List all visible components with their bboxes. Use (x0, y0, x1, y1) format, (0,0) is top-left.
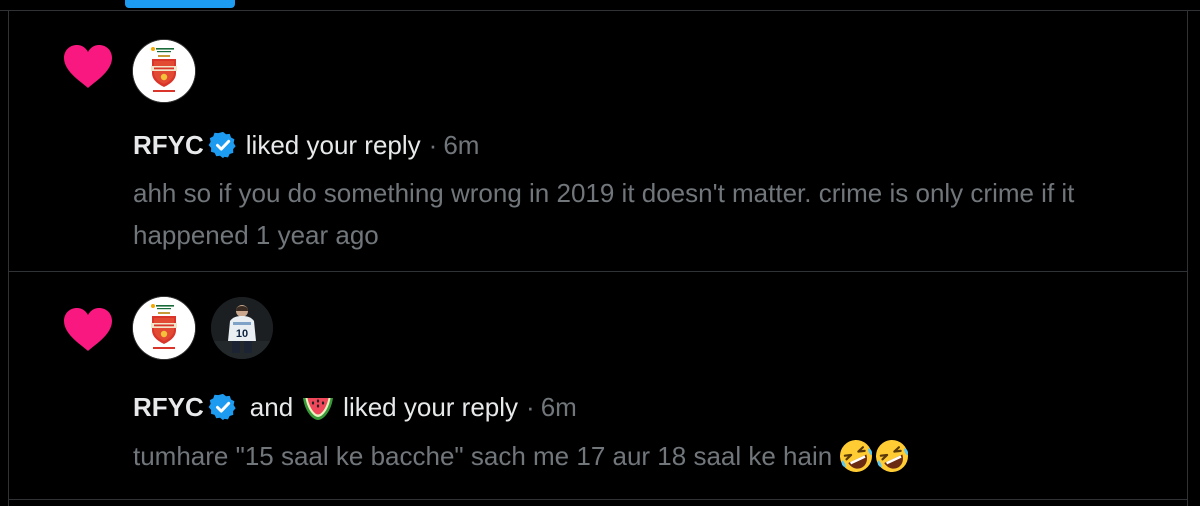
actor-name[interactable]: RFYC (133, 128, 204, 162)
rfyc-logo-avatar[interactable] (133, 297, 195, 359)
rolling-on-floor-laughing-icon (874, 438, 910, 474)
verified-badge-icon (208, 130, 238, 160)
action-text: liked your reply (343, 392, 519, 422)
notifications-feed: RFYC liked your reply · 6m ahh so if you… (8, 11, 1188, 506)
action-text: liked your reply (245, 130, 421, 160)
avatar-group (133, 40, 195, 102)
reply-text: ahh so if you do something wrong in 2019… (133, 178, 1075, 250)
avatar-group (133, 297, 273, 359)
separator: · (526, 392, 535, 422)
heart-icon (61, 42, 115, 90)
notification-header: RFYC and liked your reply · 6m (133, 390, 577, 424)
notification-item[interactable]: RFYC liked your reply · 6m ahh so if you… (9, 11, 1187, 272)
notification-header: RFYC liked your reply · 6m (133, 128, 479, 162)
conjunction-text: and (249, 392, 294, 422)
active-tab-indicator (125, 0, 235, 8)
separator: · (428, 130, 438, 160)
watermelon-icon[interactable] (301, 392, 335, 422)
verified-badge-icon (208, 392, 238, 422)
timestamp[interactable]: 6m (541, 390, 577, 424)
heart-icon (61, 305, 115, 353)
timestamp[interactable]: 6m (443, 128, 479, 162)
rfyc-logo-avatar[interactable] (133, 40, 195, 102)
reply-text: tumhare "15 saal ke bacche" sach me 17 a… (133, 441, 833, 471)
footballer-avatar[interactable] (211, 297, 273, 359)
rolling-on-floor-laughing-icon (838, 438, 874, 474)
actor-name[interactable]: RFYC (133, 390, 204, 424)
notification-item[interactable]: RFYC and liked your reply · 6m tumhare "… (9, 272, 1187, 500)
reply-text-row: tumhare "15 saal ke bacche" sach me 17 a… (133, 435, 1133, 477)
